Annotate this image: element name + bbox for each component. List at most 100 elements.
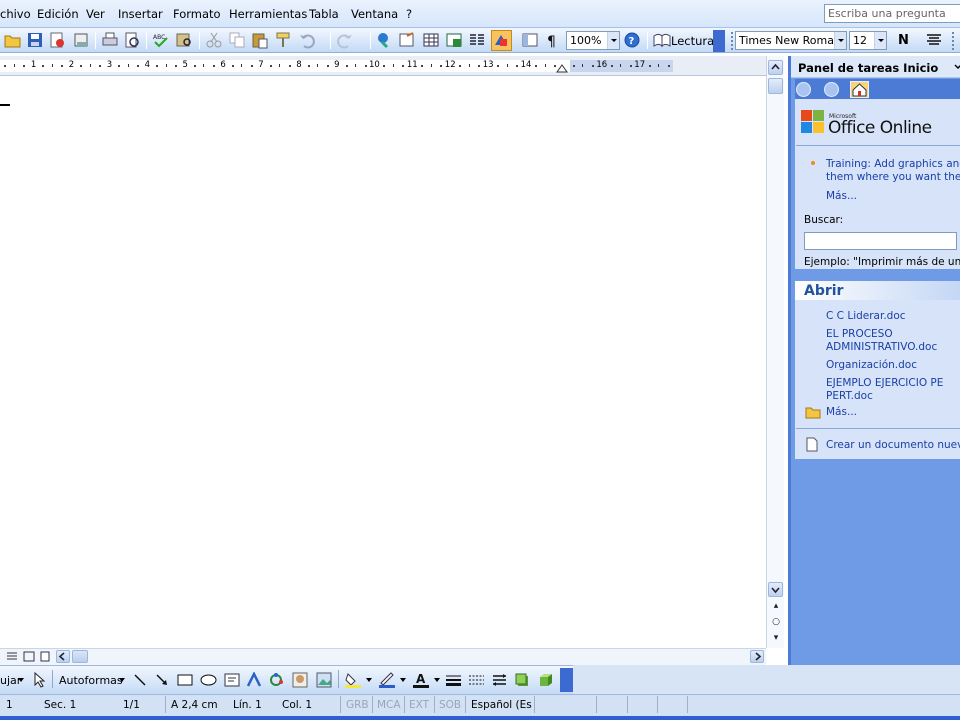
spelling-icon[interactable]: ABC xyxy=(152,31,170,49)
arrow-icon[interactable] xyxy=(155,673,169,687)
insert-excel-icon[interactable] xyxy=(445,31,463,49)
recent-file-link[interactable]: C C Liderar.doc xyxy=(826,310,906,323)
recent-file-link-cont[interactable]: PERT.doc xyxy=(826,390,873,403)
menu-edicion[interactable]: Edición xyxy=(37,7,79,21)
scroll-right-button[interactable] xyxy=(750,650,764,663)
scroll-down-button[interactable] xyxy=(768,582,783,597)
dash-style-icon[interactable] xyxy=(468,672,485,688)
office-online-link[interactable]: Office Online xyxy=(828,118,932,138)
wordart-icon[interactable] xyxy=(246,672,262,688)
save-icon[interactable] xyxy=(26,31,44,49)
recent-file-link[interactable]: EJEMPLO EJERCICIO PE xyxy=(826,377,943,390)
font-color-icon[interactable]: A xyxy=(412,671,430,689)
chevron-down-icon[interactable] xyxy=(607,32,619,49)
zoom-combo[interactable]: 100% xyxy=(566,31,620,50)
copy-icon[interactable] xyxy=(228,31,246,49)
document-page[interactable] xyxy=(0,77,766,648)
training-link[interactable]: Training: Add graphics and k xyxy=(826,158,960,171)
line-icon[interactable] xyxy=(133,673,147,687)
chevron-down-icon[interactable] xyxy=(954,64,960,70)
chevron-down-icon[interactable] xyxy=(874,32,886,49)
forward-arrow-icon[interactable] xyxy=(824,82,839,97)
menu-archivo[interactable]: chivo xyxy=(0,7,31,21)
search-input[interactable] xyxy=(804,232,957,250)
new-document-link[interactable]: Crear un documento nuevo... xyxy=(826,439,960,452)
line-color-icon[interactable] xyxy=(378,671,396,689)
format-painter-icon[interactable] xyxy=(274,31,292,49)
help-icon[interactable]: ? xyxy=(623,31,641,49)
bold-button[interactable]: N xyxy=(898,33,909,48)
redo-icon[interactable] xyxy=(336,31,354,49)
permission-icon[interactable] xyxy=(48,31,66,49)
fill-color-icon[interactable] xyxy=(344,671,362,689)
select-objects-icon[interactable] xyxy=(32,672,46,688)
more-files-link[interactable]: Más... xyxy=(826,406,857,419)
recent-file-link[interactable]: EL PROCESO xyxy=(826,328,893,341)
toolbar-grip[interactable] xyxy=(731,32,733,50)
font-size-combo[interactable]: 12 xyxy=(849,31,887,50)
print-icon[interactable] xyxy=(101,31,119,49)
font-name-combo[interactable]: Times New Roman xyxy=(735,31,847,50)
autoshapes-button[interactable]: Autoformas xyxy=(59,674,123,687)
diagram-icon[interactable] xyxy=(268,672,284,688)
menu-help[interactable]: ? xyxy=(406,7,412,21)
arrow-style-icon[interactable] xyxy=(491,672,508,688)
hyperlink-icon[interactable] xyxy=(375,31,393,49)
chevron-down-icon[interactable] xyxy=(834,32,846,49)
shadow-style-icon[interactable] xyxy=(514,672,531,688)
email-icon[interactable] xyxy=(72,31,90,49)
menu-ventana[interactable]: Ventana xyxy=(351,7,398,21)
recent-file-link[interactable]: Organización.doc xyxy=(826,359,917,372)
chevron-down-icon[interactable] xyxy=(366,678,372,682)
web-view-icon[interactable] xyxy=(23,651,35,662)
drawing-toggle-icon[interactable] xyxy=(491,30,512,51)
align-center-icon[interactable] xyxy=(925,31,943,49)
research-icon[interactable] xyxy=(175,31,193,49)
show-formatting-icon[interactable]: ¶ xyxy=(544,31,562,49)
menu-insertar[interactable]: Insertar xyxy=(118,7,163,21)
chevron-down-icon[interactable] xyxy=(119,678,125,682)
columns-icon[interactable] xyxy=(468,31,486,49)
menu-formato[interactable]: Formato xyxy=(173,7,221,21)
horizontal-scrollbar[interactable] xyxy=(0,648,766,665)
clip-art-icon[interactable] xyxy=(292,672,308,688)
horizontal-scroll-thumb[interactable] xyxy=(72,650,88,663)
status-ovr[interactable]: SOB xyxy=(439,699,461,711)
scroll-up-button[interactable] xyxy=(768,60,783,75)
right-indent-marker-icon[interactable] xyxy=(556,63,568,73)
text-box-icon[interactable] xyxy=(224,672,240,688)
insert-picture-icon[interactable] xyxy=(316,672,332,688)
toolbar-options-button[interactable] xyxy=(560,668,573,692)
training-link-cont[interactable]: them where you want them xyxy=(826,171,960,184)
back-arrow-icon[interactable] xyxy=(796,82,811,97)
ask-question-input[interactable]: Escriba una pregunta xyxy=(824,4,960,23)
insert-table-icon[interactable] xyxy=(422,31,440,49)
status-language[interactable]: Español (Es xyxy=(471,699,532,711)
reading-layout-icon[interactable] xyxy=(653,31,671,49)
recent-file-link-cont[interactable]: ADMINISTRATIVO.doc xyxy=(826,341,937,354)
normal-view-icon[interactable] xyxy=(6,651,18,662)
task-pane-title[interactable]: Panel de tareas Inicio xyxy=(798,61,938,75)
document-map-icon[interactable] xyxy=(521,31,539,49)
status-trk[interactable]: MCA xyxy=(377,699,401,711)
menu-herramientas[interactable]: Herramientas xyxy=(229,7,307,21)
tables-borders-icon[interactable] xyxy=(398,31,416,49)
status-ext[interactable]: EXT xyxy=(409,699,429,711)
menu-tabla[interactable]: Tabla xyxy=(309,7,339,21)
scroll-thumb[interactable] xyxy=(768,78,783,94)
chevron-down-icon[interactable] xyxy=(400,678,406,682)
print-layout-view-icon[interactable] xyxy=(39,651,51,662)
paste-icon[interactable] xyxy=(251,31,269,49)
oval-icon[interactable] xyxy=(200,673,217,687)
undo-icon[interactable] xyxy=(298,31,316,49)
chevron-down-icon[interactable] xyxy=(18,678,24,682)
next-page-icon[interactable]: ▾ xyxy=(769,631,783,645)
reading-layout-button[interactable]: Lectura xyxy=(671,34,714,48)
open-folder-icon[interactable] xyxy=(4,31,22,49)
vertical-scrollbar[interactable]: ▴ ○ ▾ xyxy=(766,56,784,648)
line-style-icon[interactable] xyxy=(445,672,462,688)
cut-icon[interactable] xyxy=(205,31,223,49)
menu-ver[interactable]: Ver xyxy=(86,7,105,21)
previous-page-icon[interactable]: ▴ xyxy=(769,599,783,613)
print-preview-icon[interactable] xyxy=(123,31,141,49)
